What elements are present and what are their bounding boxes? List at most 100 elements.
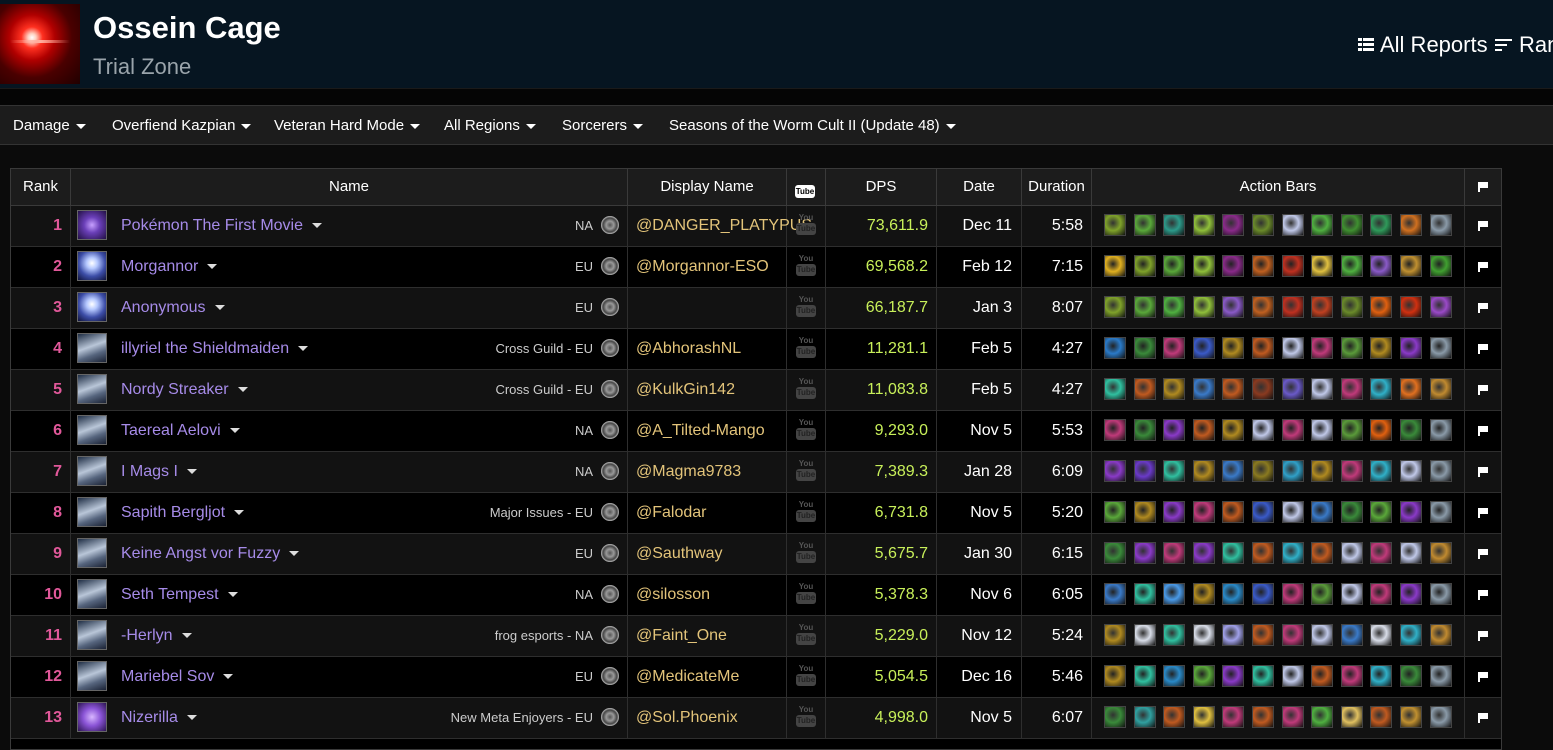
skill-icon[interactable]: [1133, 583, 1156, 605]
skill-icon[interactable]: [1399, 665, 1422, 687]
skill-icon[interactable]: [1311, 296, 1334, 318]
filter-region-dropdown[interactable]: All Regions: [444, 117, 536, 134]
skill-icon[interactable]: [1429, 665, 1452, 687]
skill-icon[interactable]: [1104, 337, 1126, 359]
skill-icon[interactable]: [1399, 501, 1422, 523]
skill-icon[interactable]: [1251, 255, 1274, 277]
skill-icon[interactable]: [1429, 460, 1452, 482]
skill-icon[interactable]: [1311, 214, 1334, 236]
skill-icon[interactable]: [1399, 624, 1422, 646]
skill-icon[interactable]: [1399, 419, 1422, 441]
skill-icon[interactable]: [1281, 378, 1304, 400]
skill-icon[interactable]: [1340, 583, 1363, 605]
table-row[interactable]: 3 Anonymous EU You Tube 66,187.7 Jan 3 8:07: [11, 288, 1501, 329]
flag-icon[interactable]: [1478, 385, 1488, 395]
display-name-link[interactable]: @Magma9783: [636, 463, 741, 481]
skill-icon[interactable]: [1370, 624, 1393, 646]
display-name-link[interactable]: @AbhorashNL: [636, 340, 741, 358]
skill-icon[interactable]: [1222, 255, 1245, 277]
skill-icon[interactable]: [1222, 624, 1245, 646]
column-rank-header[interactable]: Rank: [11, 169, 71, 205]
skill-icon[interactable]: [1370, 296, 1393, 318]
skill-icon[interactable]: [1311, 337, 1334, 359]
skill-icon[interactable]: [1251, 460, 1274, 482]
skill-icon[interactable]: [1340, 542, 1363, 564]
flag-icon[interactable]: [1478, 549, 1488, 559]
caret-down-icon[interactable]: [214, 305, 225, 311]
display-name-link[interactable]: @Sol.Phoenix: [636, 709, 738, 727]
skill-icon[interactable]: [1163, 337, 1186, 359]
skill-icon[interactable]: [1133, 706, 1156, 728]
table-row[interactable]: 9 Keine Angst vor Fuzzy EU @Sauthway You Tube…: [11, 534, 1501, 575]
skill-icon[interactable]: [1429, 419, 1452, 441]
skill-icon[interactable]: [1104, 542, 1126, 564]
skill-icon[interactable]: [1133, 255, 1156, 277]
display-name-link[interactable]: @DANGER_PLATYPUS: [636, 217, 812, 235]
skill-icon[interactable]: [1399, 706, 1422, 728]
skill-icon[interactable]: [1163, 542, 1186, 564]
table-row[interactable]: 1 Pokémon The First Movie NA @DANGER_PLATYP…: [11, 206, 1501, 247]
caret-down-icon[interactable]: [237, 387, 248, 393]
skill-icon[interactable]: [1311, 419, 1334, 441]
skill-icon[interactable]: [1429, 378, 1452, 400]
skill-icon[interactable]: [1222, 583, 1245, 605]
skill-icon[interactable]: [1311, 255, 1334, 277]
skill-icon[interactable]: [1429, 214, 1452, 236]
skill-icon[interactable]: [1311, 624, 1334, 646]
skill-icon[interactable]: [1429, 583, 1452, 605]
table-row[interactable]: 6 Taereal Aelovi NA @A_Tilted-Mango You Tube 9…: [11, 411, 1501, 452]
skill-icon[interactable]: [1163, 378, 1186, 400]
skill-icon[interactable]: [1251, 337, 1274, 359]
caret-down-icon[interactable]: [227, 592, 238, 598]
skill-icon[interactable]: [1222, 460, 1245, 482]
skill-icon[interactable]: [1222, 501, 1245, 523]
skill-icon[interactable]: [1281, 624, 1304, 646]
display-name-link[interactable]: @Sauthway: [636, 545, 723, 563]
display-name-link[interactable]: @Morgannor-ESO: [636, 258, 769, 276]
skill-icon[interactable]: [1281, 583, 1304, 605]
skill-icon[interactable]: [1133, 624, 1156, 646]
skill-icon[interactable]: [1133, 378, 1156, 400]
flag-icon[interactable]: [1478, 344, 1488, 354]
caret-down-icon[interactable]: [289, 551, 300, 557]
skill-icon[interactable]: [1251, 665, 1274, 687]
table-row[interactable]: 7 I Mags I NA @Magma9783 You Tube 7,389.3 Jan 2…: [11, 452, 1501, 493]
player-name-link[interactable]: Pokémon The First Movie: [121, 217, 322, 235]
skill-icon[interactable]: [1192, 583, 1215, 605]
skill-icon[interactable]: [1281, 460, 1304, 482]
display-name-link[interactable]: @MedicateMe: [636, 668, 739, 686]
flag-icon[interactable]: [1478, 590, 1488, 600]
skill-icon[interactable]: [1251, 419, 1274, 441]
skill-icon[interactable]: [1192, 419, 1215, 441]
skill-icon[interactable]: [1281, 706, 1304, 728]
skill-icon[interactable]: [1429, 296, 1452, 318]
skill-icon[interactable]: [1399, 214, 1422, 236]
skill-icon[interactable]: [1399, 542, 1422, 564]
rankings-link[interactable]: Ran: [1495, 32, 1553, 58]
skill-icon[interactable]: [1192, 706, 1215, 728]
skill-icon[interactable]: [1340, 255, 1363, 277]
skill-icon[interactable]: [1104, 706, 1126, 728]
display-name-link[interactable]: @Faint_One: [636, 627, 727, 645]
skill-icon[interactable]: [1192, 296, 1215, 318]
skill-icon[interactable]: [1429, 706, 1452, 728]
display-name-link[interactable]: @silosson: [636, 586, 710, 604]
player-name-link[interactable]: -Herlyn: [121, 627, 192, 645]
table-row[interactable]: 5 Nordy Streaker Cross Guild - EU @KulkGin1…: [11, 370, 1501, 411]
player-name-link[interactable]: Nizerilla: [121, 709, 197, 727]
skill-icon[interactable]: [1311, 378, 1334, 400]
skill-icon[interactable]: [1192, 501, 1215, 523]
skill-icon[interactable]: [1281, 665, 1304, 687]
skill-icon[interactable]: [1281, 542, 1304, 564]
skill-icon[interactable]: [1163, 624, 1186, 646]
skill-icon[interactable]: [1251, 378, 1274, 400]
flag-icon[interactable]: [1478, 508, 1488, 518]
table-row[interactable]: 4 illyriel the Shieldmaiden Cross Guild - …: [11, 329, 1501, 370]
player-name-link[interactable]: Nordy Streaker: [121, 381, 248, 399]
skill-icon[interactable]: [1104, 378, 1126, 400]
skill-icon[interactable]: [1370, 419, 1393, 441]
skill-icon[interactable]: [1192, 665, 1215, 687]
skill-icon[interactable]: [1104, 419, 1126, 441]
skill-icon[interactable]: [1429, 255, 1452, 277]
player-name-link[interactable]: Keine Angst vor Fuzzy: [121, 545, 300, 563]
